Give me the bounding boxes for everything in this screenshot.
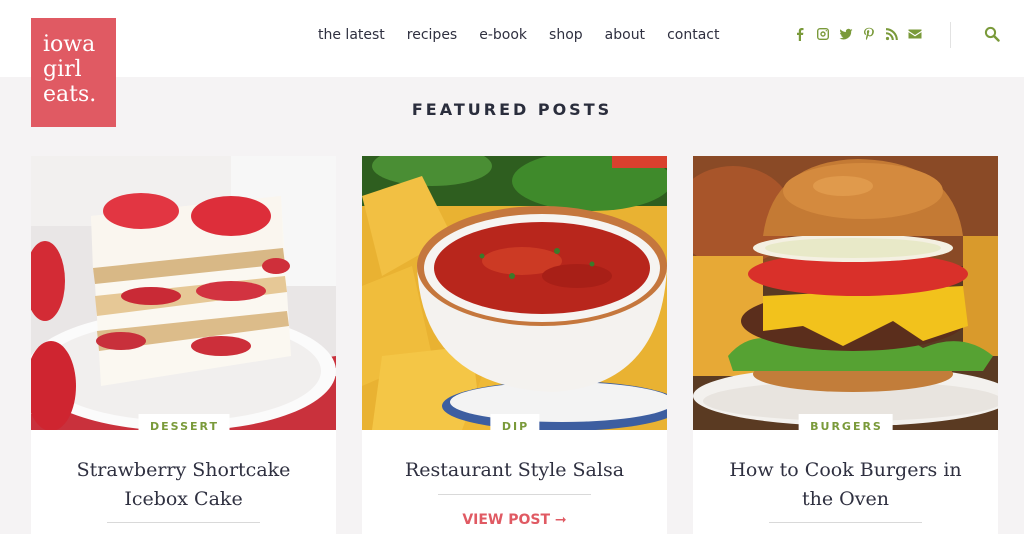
logo-line-1: iowa <box>43 32 96 57</box>
nav-item-recipes[interactable]: recipes <box>407 26 457 44</box>
nav-item-contact[interactable]: contact <box>667 26 719 44</box>
logo-line-3: eats. <box>43 82 97 107</box>
view-post-link[interactable]: VIEW POST ➞ <box>362 512 667 528</box>
main-nav: the latest recipes e-book shop about con… <box>318 26 741 44</box>
header-divider <box>950 22 951 48</box>
site-logo[interactable]: iowa girl eats. <box>31 18 116 127</box>
twitter-icon[interactable] <box>839 27 853 41</box>
post-card-strawberry-shortcake[interactable]: DESSERT Strawberry Shortcake Icebox Cake <box>31 156 336 534</box>
category-badge[interactable]: DESSERT <box>138 414 229 437</box>
card-divider <box>769 522 922 523</box>
rss-icon[interactable] <box>885 27 899 41</box>
post-title[interactable]: How to Cook Burgers in the Oven <box>693 456 998 514</box>
category-badge[interactable]: DIP <box>489 414 540 437</box>
email-icon[interactable] <box>908 27 922 41</box>
card-divider <box>107 522 260 523</box>
post-image-strawberry-cake[interactable] <box>31 156 336 430</box>
post-card-oven-burgers[interactable]: BURGERS How to Cook Burgers in the Oven <box>693 156 998 534</box>
post-card-restaurant-salsa[interactable]: DIP Restaurant Style Salsa VIEW POST ➞ <box>362 156 667 534</box>
card-divider <box>438 494 591 495</box>
nav-item-e-book[interactable]: e-book <box>479 26 527 44</box>
post-image-salsa[interactable] <box>362 156 667 430</box>
instagram-icon[interactable] <box>816 27 830 41</box>
post-title[interactable]: Restaurant Style Salsa <box>362 456 667 485</box>
logo-line-2: girl <box>43 57 82 82</box>
pinterest-icon[interactable] <box>862 27 876 41</box>
nav-item-shop[interactable]: shop <box>549 26 583 44</box>
search-icon[interactable] <box>984 26 1000 42</box>
site-header: the latest recipes e-book shop about con… <box>0 0 1024 77</box>
nav-item-the-latest[interactable]: the latest <box>318 26 385 44</box>
facebook-icon[interactable] <box>793 27 807 41</box>
featured-posts-heading: FEATURED POSTS <box>411 100 613 119</box>
post-image-burger[interactable] <box>693 156 998 430</box>
nav-item-about[interactable]: about <box>605 26 645 44</box>
category-badge[interactable]: BURGERS <box>798 414 893 437</box>
post-title[interactable]: Strawberry Shortcake Icebox Cake <box>31 456 336 514</box>
social-links <box>793 27 922 41</box>
